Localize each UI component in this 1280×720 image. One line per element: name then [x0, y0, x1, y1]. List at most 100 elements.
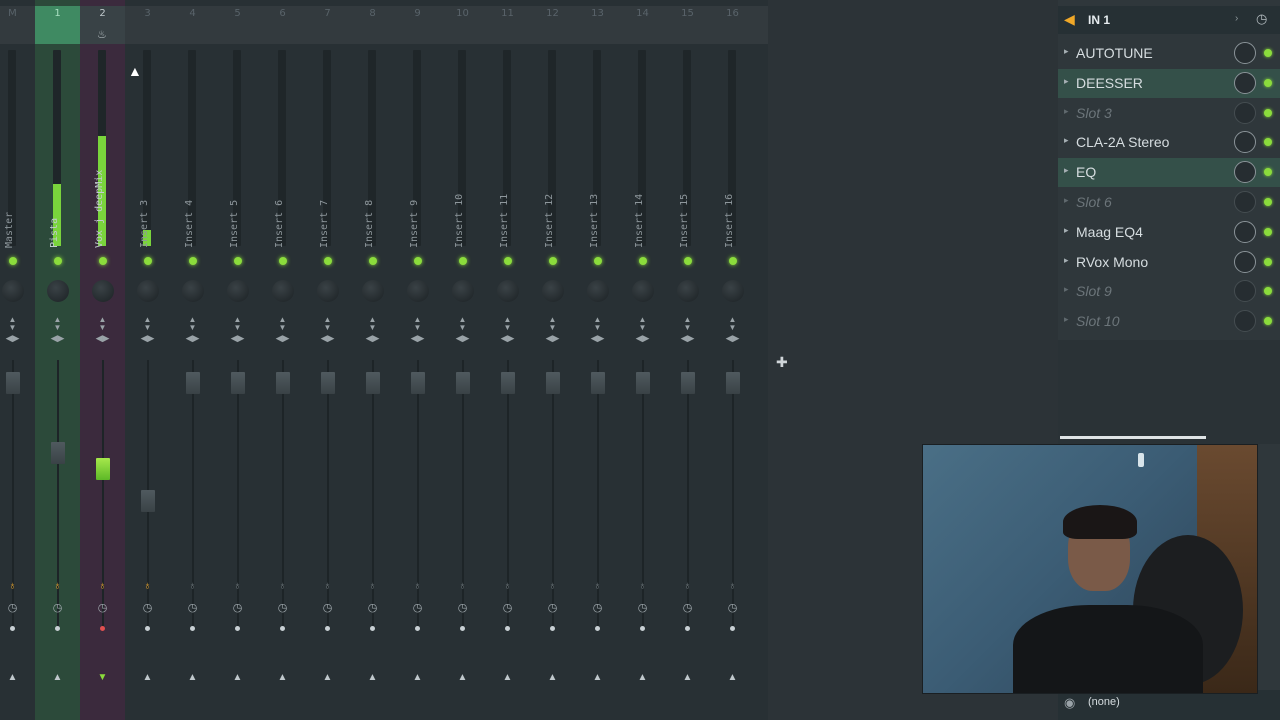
mixer-strip-4[interactable]: 4 Insert 4 ▲ ▼ ◀▶ ♁ ◷ ▲ — [170, 0, 215, 720]
record-arm-dot[interactable] — [145, 626, 150, 631]
swap-channels-icon[interactable]: ◀▶ — [575, 333, 620, 344]
slot-enable-led[interactable] — [1264, 108, 1272, 117]
latency-clock-icon[interactable]: ◷ — [710, 601, 755, 614]
strip-enable-led[interactable] — [144, 257, 152, 265]
slot-enable-led[interactable] — [1264, 198, 1272, 206]
swap-channels-icon[interactable]: ◀▶ — [80, 333, 125, 344]
mixer-strip-13[interactable]: 13 Insert 13 ▲ ▼ ◀▶ ♁ ◷ ▲ — [575, 0, 620, 720]
send-arrow-icon[interactable]: ▲ — [260, 672, 305, 683]
pan-knob[interactable] — [227, 280, 249, 302]
mixer-strip-12[interactable]: 12 Insert 12 ▲ ▼ ◀▶ ♁ ◷ ▲ — [530, 0, 575, 720]
route-icon[interactable]: ♁ — [575, 580, 620, 592]
latency-clock-icon[interactable]: ◷ — [665, 601, 710, 614]
send-arrow-icon[interactable]: ▲ — [485, 672, 530, 683]
stereo-separation-arrows[interactable]: ▲ ▼ — [440, 316, 485, 332]
send-arrow-icon[interactable]: ▲ — [215, 672, 260, 683]
slot-mix-knob[interactable] — [1234, 101, 1256, 124]
slot-mix-knob[interactable] — [1234, 161, 1256, 184]
route-icon[interactable]: ♁ — [215, 580, 260, 592]
slot-expand-icon[interactable]: ▸ — [1064, 225, 1069, 236]
send-arrow-icon[interactable]: ▲ — [440, 672, 485, 683]
strip-enable-led[interactable] — [369, 257, 377, 265]
latency-clock-icon[interactable]: ◷ — [170, 601, 215, 614]
eq-area[interactable] — [1058, 340, 1280, 444]
output-selector[interactable]: ◉ (none) — [1058, 690, 1280, 720]
volume-fader[interactable] — [366, 372, 380, 394]
clock-icon[interactable]: ◷ — [1256, 11, 1267, 27]
stereo-separation-arrows[interactable]: ▲ ▼ — [35, 316, 80, 332]
chevron-right-icon[interactable]: › — [1235, 13, 1238, 24]
send-arrow-icon[interactable]: ▲ — [305, 672, 350, 683]
swap-channels-icon[interactable]: ◀▶ — [395, 333, 440, 344]
effect-slot-9[interactable]: ▸ Slot 9 — [1058, 277, 1280, 306]
strip-name[interactable]: Insert 7 — [319, 200, 330, 248]
slot-enable-led[interactable] — [1264, 78, 1272, 87]
slot-enable-led[interactable] — [1264, 287, 1272, 296]
volume-fader[interactable] — [321, 372, 335, 394]
swap-channels-icon[interactable]: ◀▶ — [485, 333, 530, 344]
swap-channels-icon[interactable]: ◀▶ — [710, 333, 755, 344]
route-icon[interactable]: ♁ — [440, 580, 485, 592]
send-arrow-icon[interactable]: ▲ — [710, 672, 755, 683]
strip-enable-led[interactable] — [54, 257, 62, 265]
mixer-strip-0[interactable]: M Master ▲ ▼ ◀▶ ♁ ◷ ▲ — [0, 0, 35, 720]
strip-name[interactable]: Insert 3 — [139, 200, 150, 248]
latency-clock-icon[interactable]: ◷ — [80, 601, 125, 614]
strip-enable-led[interactable] — [234, 257, 242, 265]
strip-name[interactable]: Insert 11 — [499, 194, 510, 248]
record-arm-dot[interactable] — [325, 626, 330, 631]
stereo-separation-arrows[interactable]: ▲ ▼ — [575, 316, 620, 332]
slot-enable-led[interactable] — [1264, 317, 1272, 326]
strip-name[interactable]: Master — [4, 212, 15, 248]
latency-clock-icon[interactable]: ◷ — [215, 601, 260, 614]
latency-clock-icon[interactable]: ◷ — [530, 601, 575, 614]
record-arm-dot[interactable] — [730, 626, 735, 631]
mixer-strip-7[interactable]: 7 Insert 7 ▲ ▼ ◀▶ ♁ ◷ ▲ — [305, 0, 350, 720]
record-arm-dot[interactable] — [415, 626, 420, 631]
slot-expand-icon[interactable]: ▸ — [1064, 314, 1069, 325]
mixer-strip-10[interactable]: 10 Insert 10 ▲ ▼ ◀▶ ♁ ◷ ▲ — [440, 0, 485, 720]
route-icon[interactable]: ♁ — [305, 580, 350, 592]
stereo-separation-arrows[interactable]: ▲ ▼ — [710, 316, 755, 332]
route-icon[interactable]: ♁ — [620, 580, 665, 592]
effect-slot-10[interactable]: ▸ Slot 10 — [1058, 307, 1280, 336]
volume-fader[interactable] — [546, 372, 560, 394]
pan-knob[interactable] — [92, 280, 114, 302]
strip-enable-led[interactable] — [99, 257, 107, 265]
slot-expand-icon[interactable]: ▸ — [1064, 284, 1069, 295]
swap-channels-icon[interactable]: ◀▶ — [170, 333, 215, 344]
mixer-strip-11[interactable]: 11 Insert 11 ▲ ▼ ◀▶ ♁ ◷ ▲ — [485, 0, 530, 720]
record-arm-dot[interactable] — [595, 626, 600, 631]
pan-knob[interactable] — [587, 280, 609, 302]
slot-enable-led[interactable] — [1264, 138, 1272, 147]
slot-mix-knob[interactable] — [1234, 71, 1256, 94]
route-icon[interactable]: ♁ — [125, 580, 170, 592]
strip-enable-led[interactable] — [729, 257, 737, 265]
volume-fader[interactable] — [591, 372, 605, 394]
slot-expand-icon[interactable]: ▸ — [1064, 255, 1069, 266]
strip-name[interactable]: Insert 5 — [229, 200, 240, 248]
route-icon[interactable]: ♁ — [395, 580, 440, 592]
effect-slot-3[interactable]: ▸ Slot 3 — [1058, 99, 1280, 128]
send-arrow-icon[interactable]: ▲ — [395, 672, 440, 683]
stereo-separation-arrows[interactable]: ▲ ▼ — [665, 316, 710, 332]
strip-enable-led[interactable] — [684, 257, 692, 265]
send-arrow-icon[interactable]: ▲ — [575, 672, 620, 683]
latency-clock-icon[interactable]: ◷ — [485, 601, 530, 614]
record-arm-dot[interactable] — [370, 626, 375, 631]
mixer-strip-14[interactable]: 14 Insert 14 ▲ ▼ ◀▶ ♁ ◷ ▲ — [620, 0, 665, 720]
input-selector[interactable]: ◀ IN 1 › ◷ — [1058, 6, 1280, 34]
swap-channels-icon[interactable]: ◀▶ — [350, 333, 395, 344]
record-arm-dot[interactable] — [505, 626, 510, 631]
slot-expand-icon[interactable]: ▸ — [1064, 76, 1069, 87]
volume-fader[interactable] — [501, 372, 515, 394]
slot-mix-knob[interactable] — [1234, 250, 1256, 273]
swap-channels-icon[interactable]: ◀▶ — [665, 333, 710, 344]
pan-knob[interactable] — [47, 280, 69, 302]
record-arm-dot[interactable] — [280, 626, 285, 631]
slot-enable-led[interactable] — [1264, 227, 1272, 236]
volume-fader[interactable] — [51, 442, 65, 464]
effect-slot-2[interactable]: ▸ DEESSER — [1058, 68, 1280, 98]
send-arrow-icon[interactable]: ▲ — [665, 672, 710, 683]
slot-enable-led[interactable] — [1264, 49, 1272, 57]
